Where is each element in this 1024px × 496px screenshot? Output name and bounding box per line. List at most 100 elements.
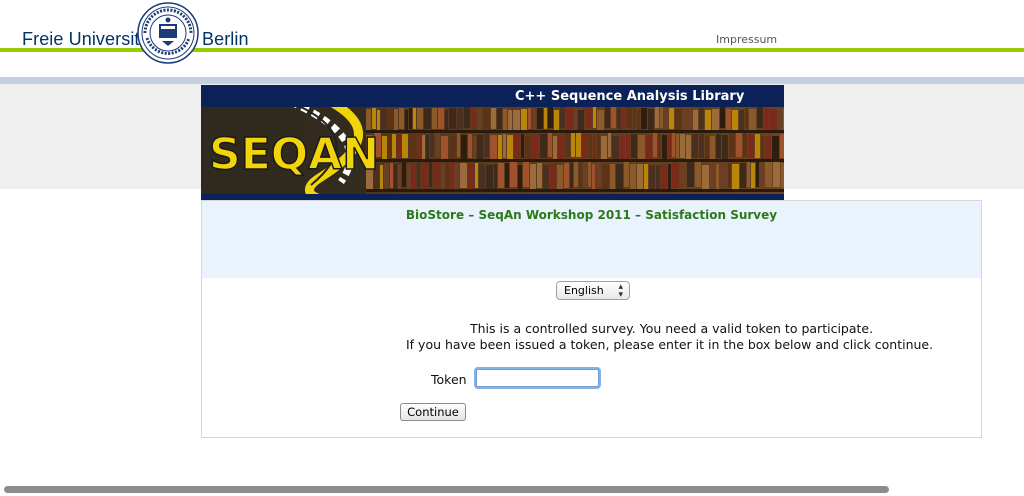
book-spine	[554, 110, 559, 131]
book-spine	[421, 164, 428, 189]
book-spine	[388, 133, 391, 157]
book-spine	[387, 107, 393, 128]
book-spine	[457, 108, 463, 129]
book-spine	[514, 134, 520, 158]
book-spine	[743, 133, 747, 157]
book-spine	[484, 133, 489, 157]
book-spine	[578, 110, 584, 131]
book-spine	[687, 110, 692, 131]
book-spine	[558, 135, 564, 159]
book-spine	[705, 135, 709, 159]
book-spine	[729, 133, 735, 157]
book-spine	[503, 134, 506, 158]
book-spine	[407, 164, 411, 189]
book-spine	[528, 108, 531, 129]
language-select[interactable]: English ▴ ▾	[556, 281, 630, 300]
book-spine	[637, 110, 640, 131]
book-spine	[616, 164, 623, 189]
impressum-link[interactable]: Impressum	[716, 33, 777, 46]
book-spine	[765, 136, 771, 160]
horizontal-scrollbar[interactable]	[4, 486, 889, 493]
book-spine	[505, 163, 509, 188]
book-spine	[525, 136, 531, 160]
book-spine	[630, 164, 636, 189]
book-spine	[432, 108, 437, 129]
book-spine	[377, 110, 380, 131]
book-spine	[430, 133, 434, 157]
book-spine	[405, 110, 408, 131]
book-spine	[686, 135, 691, 159]
book-spine	[468, 164, 474, 189]
book-spine	[381, 108, 386, 129]
continue-button[interactable]: Continue	[400, 403, 466, 421]
book-spine	[617, 108, 621, 129]
book-spine	[720, 107, 725, 128]
book-spine	[772, 136, 779, 160]
book-spine	[649, 165, 655, 190]
book-spine	[624, 162, 629, 187]
book-spine	[518, 165, 522, 190]
book-spine	[597, 110, 604, 131]
book-spine	[732, 110, 738, 131]
book-spine	[530, 164, 536, 189]
book-spine	[394, 109, 398, 130]
book-spine	[477, 135, 483, 159]
book-spine	[579, 163, 582, 188]
book-spine	[716, 164, 719, 189]
book-spine	[756, 162, 759, 187]
survey-message-line1: This is a controlled survey. You need a …	[470, 321, 874, 336]
book-spine	[672, 133, 675, 157]
book-spine	[548, 133, 552, 157]
book-spine	[610, 164, 615, 189]
book-spine	[483, 108, 490, 129]
book-spine	[464, 107, 470, 128]
book-spine	[565, 133, 570, 157]
book-spine	[435, 133, 440, 157]
book-spine	[648, 109, 654, 130]
book-spine	[637, 164, 643, 189]
book-spine	[479, 164, 485, 189]
book-spine	[622, 107, 625, 128]
book-spine	[366, 109, 371, 130]
book-spine	[532, 134, 539, 158]
book-spine	[705, 110, 711, 131]
book-spine	[605, 107, 610, 128]
book-spine	[633, 108, 636, 129]
survey-message-line2: If you have been issued a token, please …	[406, 337, 934, 352]
book-spine	[513, 110, 520, 131]
book-spine	[612, 136, 619, 160]
book-spine	[417, 162, 420, 187]
book-spine	[728, 163, 731, 188]
book-spine	[449, 136, 456, 160]
book-spine	[460, 163, 467, 188]
book-spine	[780, 134, 784, 158]
book-spine	[699, 134, 704, 158]
book-spine	[602, 165, 609, 190]
book-spine	[468, 134, 472, 158]
book-spine	[537, 163, 542, 188]
book-spine	[680, 134, 685, 158]
book-spine	[726, 109, 731, 130]
book-spine	[783, 109, 784, 130]
token-label: Token	[431, 372, 467, 387]
book-spine	[441, 164, 445, 189]
book-spine	[668, 134, 671, 158]
book-spine	[560, 107, 565, 128]
book-spine	[626, 135, 630, 159]
book-spine	[778, 107, 782, 128]
book-spine	[589, 134, 592, 158]
book-spine	[675, 109, 682, 130]
book-spine	[446, 163, 449, 188]
book-spine	[660, 107, 663, 128]
book-spine	[394, 164, 397, 189]
token-input[interactable]	[476, 369, 599, 387]
book-spine	[576, 133, 581, 157]
book-spine	[445, 110, 448, 131]
book-spine	[508, 110, 512, 131]
book-spine	[588, 162, 591, 187]
book-spine	[626, 107, 632, 128]
book-spine	[557, 165, 563, 190]
book-spine	[574, 162, 578, 187]
book-spine	[372, 108, 376, 129]
book-spine	[457, 133, 460, 157]
